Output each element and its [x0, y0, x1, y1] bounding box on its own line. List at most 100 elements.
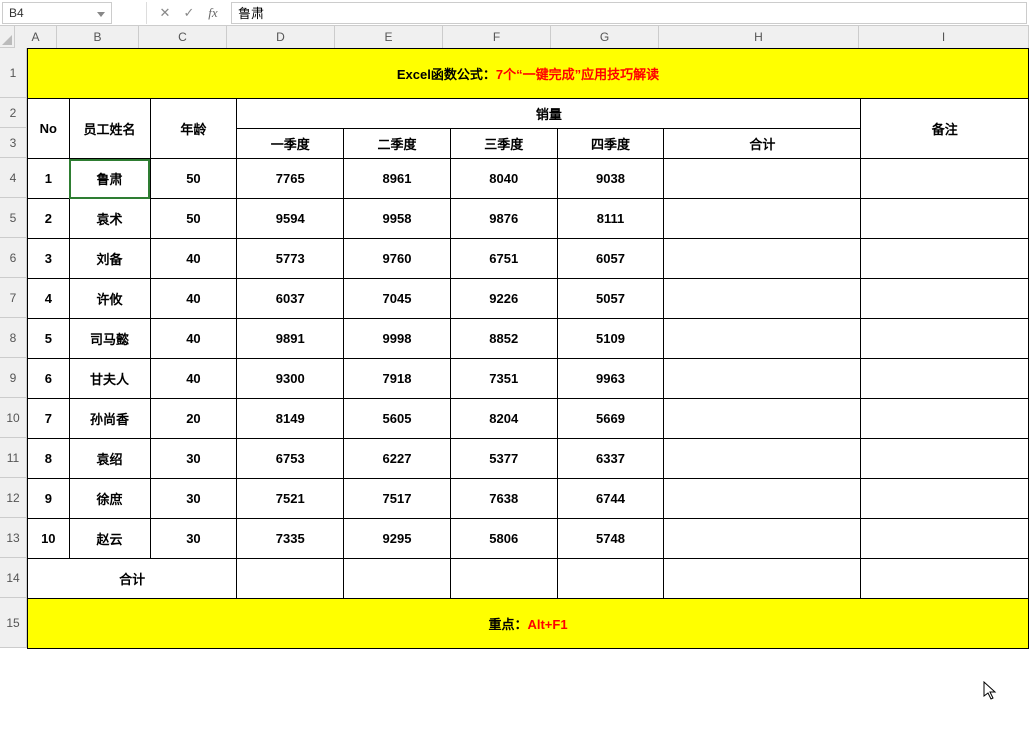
cell-sum[interactable]	[664, 519, 861, 559]
column-header-I[interactable]: I	[859, 26, 1029, 48]
cell-q4[interactable]: 5109	[557, 319, 664, 359]
cell-q1[interactable]: 8149	[237, 399, 344, 439]
cell-q1[interactable]: 7335	[237, 519, 344, 559]
cell-q3[interactable]: 7638	[450, 479, 557, 519]
cell-name[interactable]: 赵云	[69, 519, 150, 559]
total-q2[interactable]	[344, 559, 451, 599]
cell-q2[interactable]: 5605	[344, 399, 451, 439]
cell-sum[interactable]	[664, 159, 861, 199]
cell-no[interactable]: 3	[28, 239, 70, 279]
formula-input[interactable]: 鲁肃	[231, 2, 1027, 24]
header-no[interactable]: No	[28, 99, 70, 159]
cell-note[interactable]	[861, 479, 1029, 519]
cell-q2[interactable]: 9295	[344, 519, 451, 559]
row-header-7[interactable]: 7	[0, 278, 27, 318]
cell-q1[interactable]: 9300	[237, 359, 344, 399]
cell-no[interactable]: 10	[28, 519, 70, 559]
select-all-corner[interactable]	[0, 26, 15, 48]
row-header-2[interactable]: 2	[0, 98, 27, 128]
cell-note[interactable]	[861, 359, 1029, 399]
cell-q1[interactable]: 9594	[237, 199, 344, 239]
cell-age[interactable]: 20	[150, 399, 237, 439]
cell-q4[interactable]: 9038	[557, 159, 664, 199]
cell-note[interactable]	[861, 199, 1029, 239]
row-header-10[interactable]: 10	[0, 398, 27, 438]
header-name[interactable]: 员工姓名	[69, 99, 150, 159]
cell-q2[interactable]: 8961	[344, 159, 451, 199]
row-header-1[interactable]: 1	[0, 48, 27, 98]
row-header-9[interactable]: 9	[0, 358, 27, 398]
row-header-14[interactable]: 14	[0, 558, 27, 598]
cell-q4[interactable]: 5057	[557, 279, 664, 319]
name-box[interactable]: B4	[2, 2, 112, 24]
row-header-3[interactable]: 3	[0, 128, 27, 158]
cell-name[interactable]: 孙尚香	[69, 399, 150, 439]
cell-q2[interactable]: 9760	[344, 239, 451, 279]
header-sales-group[interactable]: 销量	[237, 99, 861, 129]
cell-note[interactable]	[861, 439, 1029, 479]
cell-name[interactable]: 袁绍	[69, 439, 150, 479]
cell-q2[interactable]: 7045	[344, 279, 451, 319]
header-age[interactable]: 年龄	[150, 99, 237, 159]
cell-q1[interactable]: 6753	[237, 439, 344, 479]
header-q3[interactable]: 三季度	[450, 129, 557, 159]
cell-note[interactable]	[861, 399, 1029, 439]
cell-q3[interactable]: 8204	[450, 399, 557, 439]
row-header-12[interactable]: 12	[0, 478, 27, 518]
row-header-13[interactable]: 13	[0, 518, 27, 558]
cell-no[interactable]: 2	[28, 199, 70, 239]
total-note[interactable]	[861, 559, 1029, 599]
cell-name[interactable]: 袁术	[69, 199, 150, 239]
cell-no[interactable]: 9	[28, 479, 70, 519]
header-q1[interactable]: 一季度	[237, 129, 344, 159]
row-header-15[interactable]: 15	[0, 598, 27, 648]
cell-age[interactable]: 30	[150, 519, 237, 559]
cell-q2[interactable]: 7517	[344, 479, 451, 519]
column-header-H[interactable]: H	[659, 26, 859, 48]
cell-q3[interactable]: 5377	[450, 439, 557, 479]
cell-name[interactable]: 司马懿	[69, 319, 150, 359]
footer-cell[interactable]: 重点：Alt+F1	[28, 599, 1029, 649]
cell-note[interactable]	[861, 519, 1029, 559]
cell-q1[interactable]: 7521	[237, 479, 344, 519]
cell-q2[interactable]: 6227	[344, 439, 451, 479]
cell-q3[interactable]: 9226	[450, 279, 557, 319]
column-header-F[interactable]: F	[443, 26, 551, 48]
column-header-A[interactable]: A	[15, 26, 57, 48]
confirm-icon[interactable]: ✓	[177, 2, 201, 24]
cell-sum[interactable]	[664, 359, 861, 399]
cell-q2[interactable]: 7918	[344, 359, 451, 399]
header-note[interactable]: 备注	[861, 99, 1029, 159]
cell-sum[interactable]	[664, 479, 861, 519]
cell-q4[interactable]: 8111	[557, 199, 664, 239]
cell-q1[interactable]: 7765	[237, 159, 344, 199]
cell-age[interactable]: 40	[150, 319, 237, 359]
cell-age[interactable]: 50	[150, 199, 237, 239]
cell-age[interactable]: 40	[150, 279, 237, 319]
cell-q3[interactable]: 8852	[450, 319, 557, 359]
row-header-4[interactable]: 4	[0, 158, 27, 198]
cell-q2[interactable]: 9958	[344, 199, 451, 239]
cell-no[interactable]: 5	[28, 319, 70, 359]
row-header-8[interactable]: 8	[0, 318, 27, 358]
cell-q3[interactable]: 6751	[450, 239, 557, 279]
cell-sum[interactable]	[664, 399, 861, 439]
total-label[interactable]: 合计	[28, 559, 237, 599]
row-header-5[interactable]: 5	[0, 198, 27, 238]
total-q1[interactable]	[237, 559, 344, 599]
cell-name[interactable]: 甘夫人	[69, 359, 150, 399]
total-q3[interactable]	[450, 559, 557, 599]
cell-name[interactable]: 鲁肃	[69, 159, 150, 199]
cell-note[interactable]	[861, 279, 1029, 319]
cell-q3[interactable]: 8040	[450, 159, 557, 199]
cell-q3[interactable]: 9876	[450, 199, 557, 239]
cancel-icon[interactable]: ✕	[153, 2, 177, 24]
cell-q4[interactable]: 6337	[557, 439, 664, 479]
cell-sum[interactable]	[664, 279, 861, 319]
cell-q4[interactable]: 5669	[557, 399, 664, 439]
cell-no[interactable]: 4	[28, 279, 70, 319]
cell-note[interactable]	[861, 239, 1029, 279]
title-cell[interactable]: Excel函数公式：7个“一键完成”应用技巧解读	[28, 49, 1029, 99]
cell-sum[interactable]	[664, 439, 861, 479]
cell-no[interactable]: 8	[28, 439, 70, 479]
